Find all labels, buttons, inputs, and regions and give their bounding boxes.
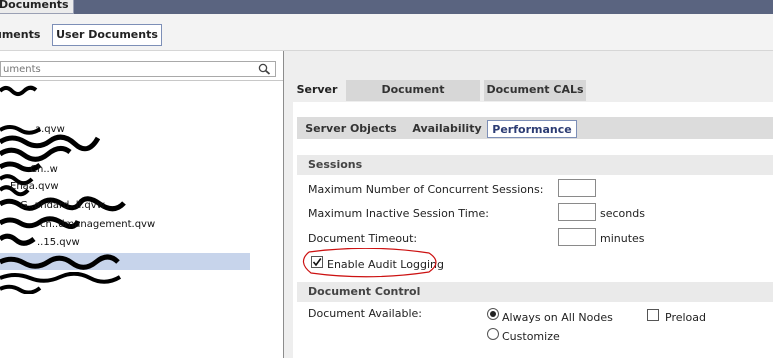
inactive-time-label: Maximum Inactive Session Time: [308,207,489,220]
customize-radio[interactable] [487,328,499,340]
tree-item[interactable]: ..15.qvw [37,237,80,248]
always-on-all-nodes-radio[interactable] [487,308,499,320]
customize-label: Customize [502,330,560,343]
tree-item[interactable]: Enaa.qvw [10,181,59,192]
tab-document-information[interactable]: Document Information [346,80,480,115]
document-control-section-header: Document Control [297,282,773,302]
tab-performance[interactable]: Performance [487,120,577,138]
tab-documents-partial[interactable]: uments [0,25,40,45]
tree-divider [0,80,283,81]
document-timeout-input[interactable] [558,228,596,246]
tree-item[interactable]: ch..dmanagement.qvw [40,219,155,230]
search-input[interactable] [1,62,253,76]
inactive-time-unit: seconds [600,207,645,220]
tab-documents[interactable]: Documents [0,0,74,14]
max-sessions-label: Maximum Number of Concurrent Sessions: [308,183,544,196]
search-icon[interactable] [257,63,271,75]
tree-item[interactable]: Ch..w [30,164,58,175]
tab-server-objects[interactable]: Server Objects [303,120,399,138]
document-available-label: Document Available: [308,307,422,320]
search-field[interactable] [0,61,276,77]
preload-checkbox[interactable] [647,309,659,321]
redaction-scribble [0,233,36,246]
redaction-scribble [0,272,122,294]
max-sessions-input[interactable] [558,179,596,197]
tab-document-cals[interactable]: Document CALs [484,80,586,101]
tree-item[interactable]: G..andard..ll.qvw [20,200,105,211]
tab-user-documents[interactable]: User Documents [52,24,162,46]
inactive-time-input[interactable] [558,203,596,221]
document-timeout-unit: minutes [600,232,645,245]
sessions-section-header: Sessions [297,155,773,175]
red-annotation-ellipse [302,248,437,278]
top-header-bar [0,0,773,14]
tab-availability[interactable]: Availability [410,120,484,138]
preload-label: Preload [665,311,706,324]
tab-server[interactable]: Server [293,80,341,101]
redaction-scribble [0,254,120,270]
always-on-all-nodes-label: Always on All Nodes [502,311,613,324]
document-timeout-label: Document Timeout: [308,232,418,245]
redaction-scribble [0,85,38,96]
